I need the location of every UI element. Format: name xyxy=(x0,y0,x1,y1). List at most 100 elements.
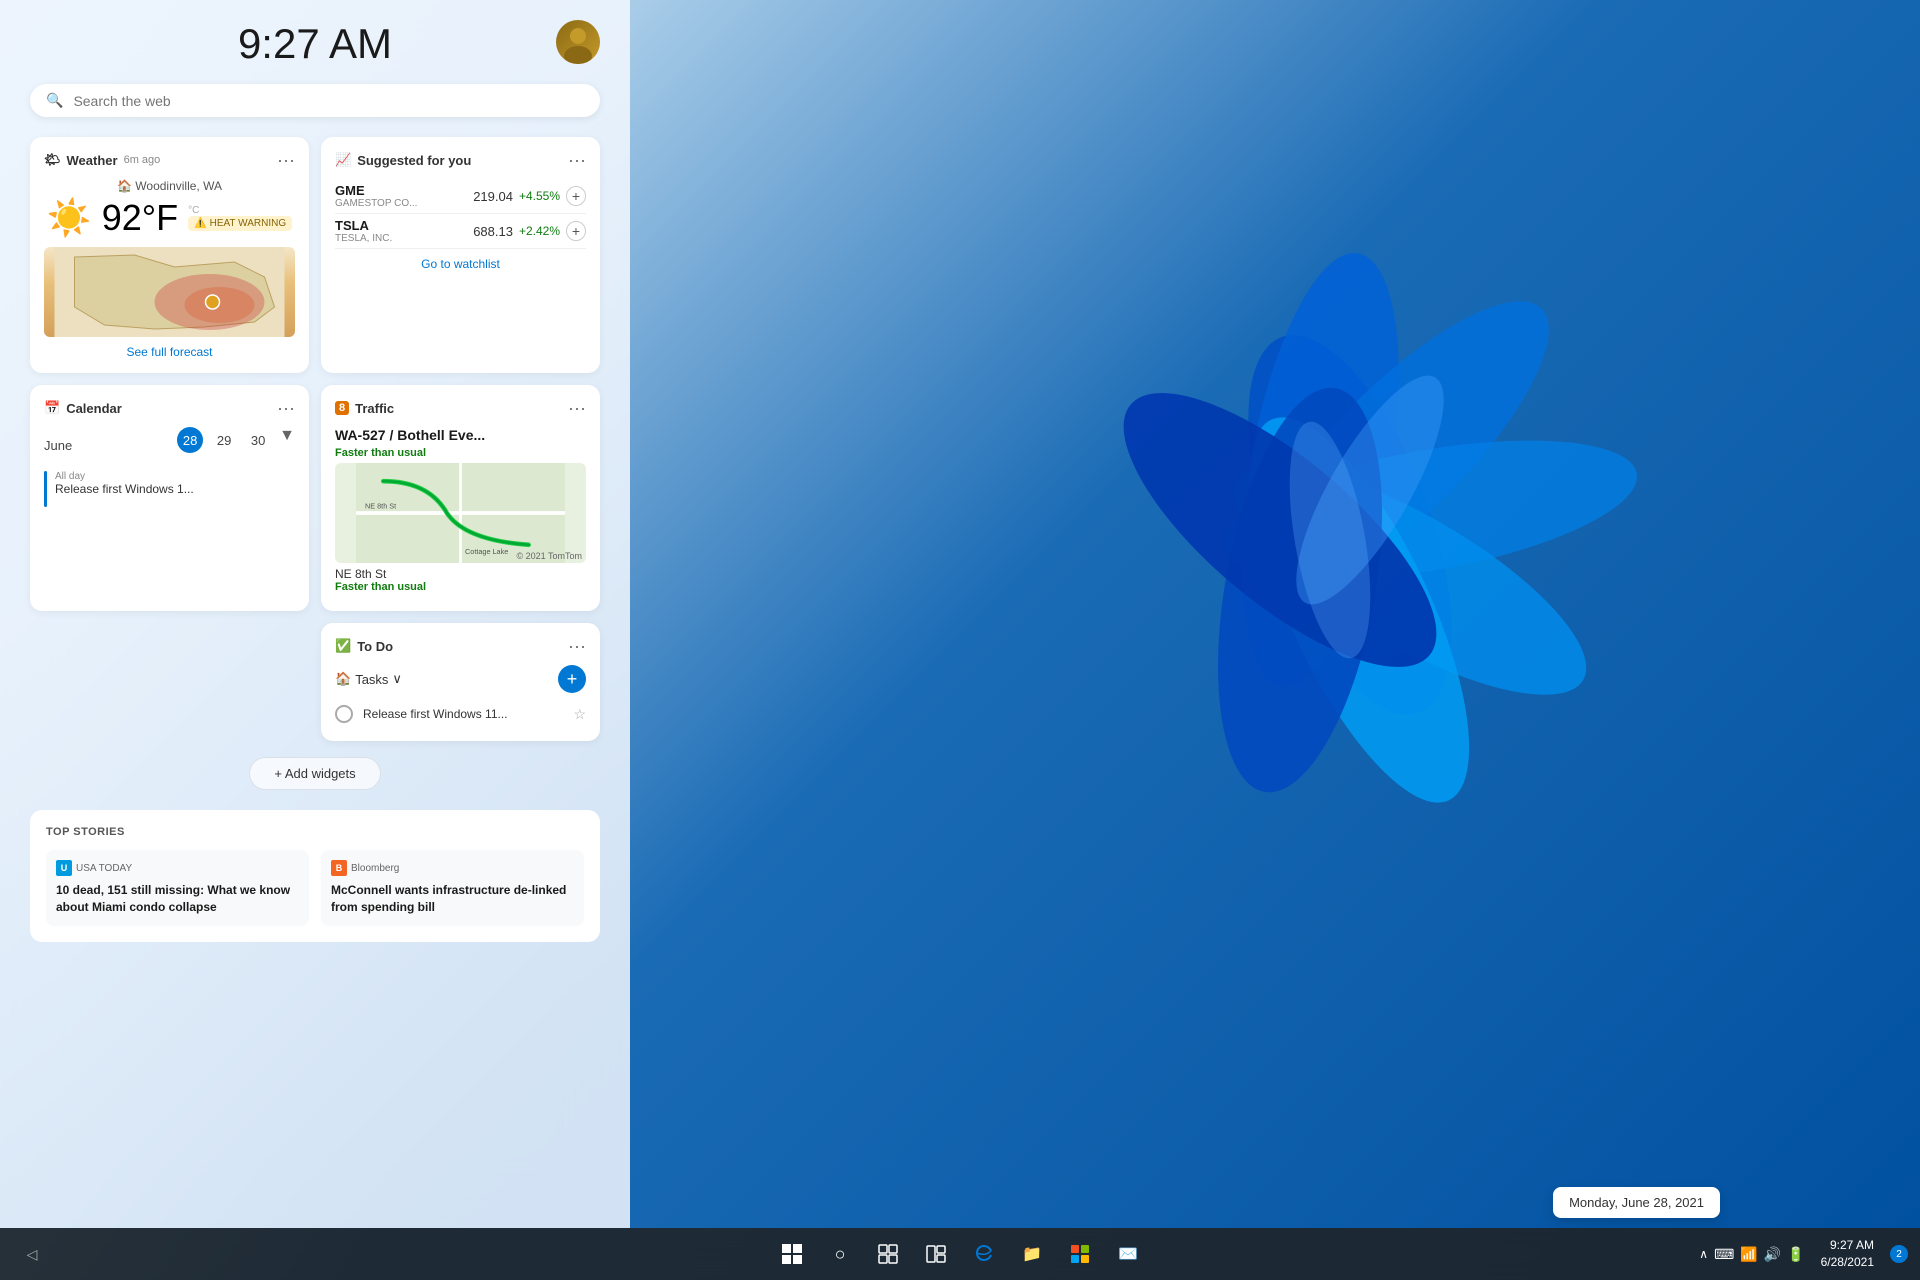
todo-add-button[interactable]: + xyxy=(558,665,586,693)
watchlist-link[interactable]: Go to watchlist xyxy=(335,257,586,271)
taskbar-center: ○ 📁 xyxy=(772,1234,1148,1274)
todo-checkbox[interactable] xyxy=(335,705,353,723)
gme-price-group: 219.04 +4.55% + xyxy=(473,186,586,206)
stocks-icon: 📈 xyxy=(335,152,351,168)
taskbar-mail-button[interactable]: ✉️ xyxy=(1108,1234,1148,1274)
todo-widget-header: ✅ To Do ··· xyxy=(335,637,586,655)
gme-change: +4.55% xyxy=(519,189,560,203)
widgets-grid: 🌤 Weather 6m ago ··· 🏠 Woodinville, WA ☀… xyxy=(30,137,600,741)
taskbar-taskview-button[interactable] xyxy=(868,1234,908,1274)
calendar-day-30[interactable]: 30 xyxy=(245,427,271,453)
weather-more-button[interactable]: ··· xyxy=(277,151,295,169)
system-tray: ∧ ⌨ 📶 🔊 🔋 xyxy=(1699,1246,1804,1263)
weather-sun-icon: ☀️ xyxy=(47,197,92,239)
weather-widget: 🌤 Weather 6m ago ··· 🏠 Woodinville, WA ☀… xyxy=(30,137,309,373)
gme-info: GME GAMESTOP CO... xyxy=(335,183,417,209)
calendar-day-30-num: 30 xyxy=(245,427,271,453)
user-avatar[interactable] xyxy=(556,20,600,64)
stocks-widget-header: 📈 Suggested for you ··· xyxy=(335,151,586,169)
taskbar-date: 6/28/2021 xyxy=(1821,1254,1874,1271)
stories-grid: U USA TODAY 10 dead, 151 still missing: … xyxy=(46,850,584,926)
story1-source-group: U USA TODAY xyxy=(56,860,299,876)
bloomberg-logo: B xyxy=(331,860,347,876)
weather-temperature: 92°F xyxy=(102,197,178,239)
stocks-title: Suggested for you xyxy=(357,153,471,168)
calendar-day-29[interactable]: 29 xyxy=(211,427,237,453)
volume-icon[interactable]: 🔊 xyxy=(1764,1246,1781,1263)
date-tooltip: Monday, June 28, 2021 xyxy=(1553,1187,1720,1218)
add-widgets-label: + Add widgets xyxy=(274,766,355,781)
gme-ticker: GME xyxy=(335,183,417,198)
search-input[interactable] xyxy=(73,93,584,109)
usa-today-logo: U xyxy=(56,860,72,876)
gme-price: 219.04 xyxy=(473,189,513,204)
widget-search-bar[interactable]: 🔍 xyxy=(30,84,600,117)
start-button[interactable] xyxy=(772,1234,812,1274)
calendar-event[interactable]: All day Release first Windows 1... xyxy=(44,471,295,507)
search-icon: 🔍 xyxy=(46,92,63,109)
calendar-days-row: 28 29 30 ▼ xyxy=(177,427,295,453)
calendar-more-button[interactable]: ··· xyxy=(277,399,295,417)
traffic-more-button[interactable]: ··· xyxy=(568,399,586,417)
add-widgets-button[interactable]: + Add widgets xyxy=(249,757,380,790)
taskbar-search-button[interactable]: ○ xyxy=(820,1234,860,1274)
todo-title: To Do xyxy=(357,639,393,654)
traffic-copyright: © 2021 TomTom xyxy=(517,551,583,561)
taskbar-splitview-button[interactable] xyxy=(916,1234,956,1274)
traffic-status2: Faster than usual xyxy=(335,581,586,593)
story1-headline: 10 dead, 151 still missing: What we know… xyxy=(56,882,299,916)
todo-tasks-chevron: ∨ xyxy=(392,671,402,687)
taskbar-store-button[interactable] xyxy=(1060,1234,1100,1274)
weather-alert: ⚠️ HEAT WARNING xyxy=(188,216,292,231)
todo-tasks-label[interactable]: 🏠 Tasks ∨ xyxy=(335,671,402,687)
svg-text:NE 8th St: NE 8th St xyxy=(365,501,396,510)
calendar-day-28[interactable]: 28 xyxy=(177,427,203,453)
keyboard-icon[interactable]: ⌨ xyxy=(1714,1246,1734,1263)
story-card-2[interactable]: B Bloomberg McConnell wants infrastructu… xyxy=(321,850,584,926)
stocks-more-button[interactable]: ··· xyxy=(568,151,586,169)
traffic-widget-header: 8 Traffic ··· xyxy=(335,399,586,417)
stocks-widget: 📈 Suggested for you ··· GME GAMESTOP CO.… xyxy=(321,137,600,373)
calendar-day-28-num: 28 xyxy=(177,427,203,453)
widgets-panel: 9:27 AM 🔍 🌤 Weather 6m ago ··· 🏠 Woodinv… xyxy=(0,0,630,1228)
weather-forecast-link[interactable]: See full forecast xyxy=(44,345,295,359)
notification-badge[interactable]: 2 xyxy=(1890,1245,1908,1263)
todo-star-button[interactable]: ☆ xyxy=(573,706,586,723)
tsla-ticker: TSLA xyxy=(335,218,392,233)
widget-time: 9:27 AM xyxy=(30,20,600,68)
taskbar-clock[interactable]: 9:27 AM 6/28/2021 xyxy=(1813,1237,1882,1271)
traffic-title: Traffic xyxy=(355,401,394,416)
calendar-event-details: All day Release first Windows 1... xyxy=(55,471,194,496)
traffic-title-group: 8 Traffic xyxy=(335,401,394,416)
traffic-route: WA-527 / Bothell Eve... xyxy=(335,427,586,443)
win11-swirl xyxy=(900,50,1800,1000)
todo-task-title: Release first Windows 11... xyxy=(363,707,508,721)
todo-tasks-header: 🏠 Tasks ∨ + xyxy=(335,665,586,693)
taskbar-widgets-toggle[interactable]: ◁ xyxy=(12,1234,52,1274)
wifi-icon[interactable]: 📶 xyxy=(1740,1246,1757,1263)
battery-icon[interactable]: 🔋 xyxy=(1787,1246,1804,1263)
todo-item[interactable]: Release first Windows 11... ☆ xyxy=(335,701,586,727)
weather-title: Weather xyxy=(67,153,118,168)
story2-source: Bloomberg xyxy=(351,863,399,874)
todo-more-button[interactable]: ··· xyxy=(568,637,586,655)
tsla-add-button[interactable]: + xyxy=(566,221,586,241)
stock-row-gme: GME GAMESTOP CO... 219.04 +4.55% + xyxy=(335,179,586,214)
traffic-map: NE 8th St Cottage Lake © 2021 TomTom xyxy=(335,463,586,563)
tsla-price-group: 688.13 +2.42% + xyxy=(473,221,586,241)
gme-add-button[interactable]: + xyxy=(566,186,586,206)
weather-main: ☀️ 92°F °C ⚠️ HEAT WARNING xyxy=(44,197,295,239)
calendar-widget-header: 📅 Calendar ··· xyxy=(44,399,295,417)
top-stories-title: TOP STORIES xyxy=(46,826,584,838)
taskbar-explorer-button[interactable]: 📁 xyxy=(1012,1234,1052,1274)
story-card-1[interactable]: U USA TODAY 10 dead, 151 still missing: … xyxy=(46,850,309,926)
todo-title-group: ✅ To Do xyxy=(335,638,393,654)
story2-source-group: B Bloomberg xyxy=(331,860,574,876)
chevron-up-icon[interactable]: ∧ xyxy=(1699,1247,1708,1261)
weather-title-group: 🌤 Weather 6m ago xyxy=(44,152,160,168)
calendar-expand-icon[interactable]: ▼ xyxy=(279,427,295,453)
todo-widget: ✅ To Do ··· 🏠 Tasks ∨ + Release first Wi… xyxy=(321,623,600,741)
taskbar-edge-button[interactable] xyxy=(964,1234,1004,1274)
calendar-month: June xyxy=(44,438,72,453)
calendar-nav: June 28 29 30 ▼ xyxy=(44,427,295,463)
